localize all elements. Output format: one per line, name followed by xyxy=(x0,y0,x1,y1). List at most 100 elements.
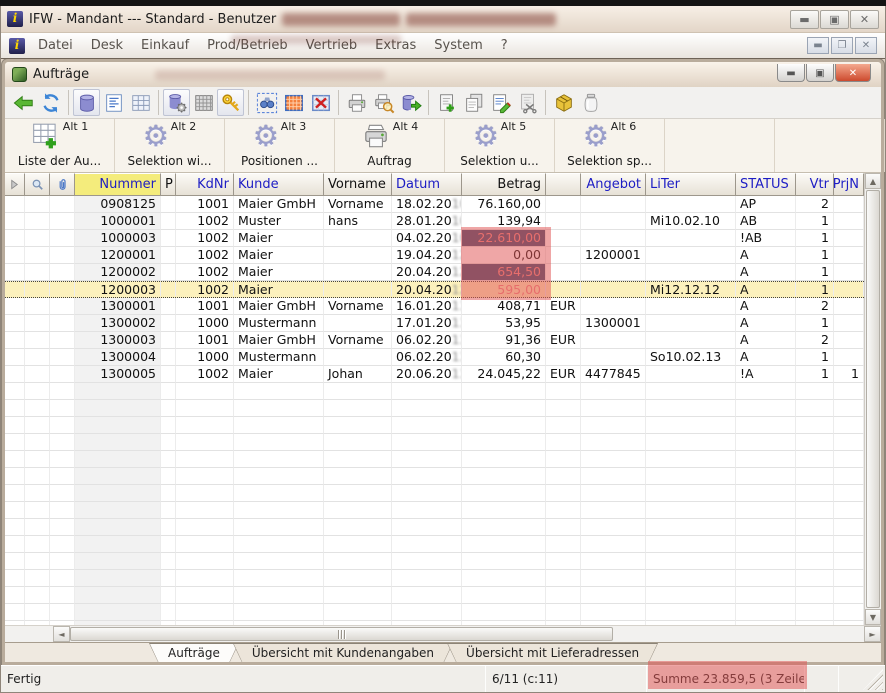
cell-clip xyxy=(50,332,75,349)
cell-kdnr xyxy=(176,502,234,519)
deselect-icon[interactable] xyxy=(307,89,334,116)
column-header-datum[interactable]: Datum xyxy=(392,173,462,196)
cell-nummer xyxy=(75,400,161,417)
scroll-down-button[interactable]: ▼ xyxy=(865,609,881,625)
toolbar-separator xyxy=(248,90,249,115)
mdi-close-button[interactable]: ✕ xyxy=(855,37,877,54)
cell-vorname xyxy=(324,247,392,264)
refresh-icon[interactable] xyxy=(37,89,64,116)
table-row-empty xyxy=(5,434,864,451)
cell-kdnr xyxy=(176,485,234,502)
column-header-status[interactable]: STATUS xyxy=(736,173,796,196)
column-header-kunde[interactable]: Kunde xyxy=(234,173,324,196)
cell-search xyxy=(25,230,50,247)
table-row-1300001[interactable]: 13000011001Maier GmbHVorname16.01.201340… xyxy=(5,298,864,315)
scrollbar-track[interactable] xyxy=(613,626,864,642)
table-row-1300004[interactable]: 13000041000Mustermann06.02.201360,30So10… xyxy=(5,349,864,366)
action-button-alt2[interactable]: ⚙Alt 2Selektion wi... xyxy=(115,119,225,172)
column-header-angebot[interactable]: Angebot xyxy=(581,173,646,196)
minimize-button[interactable]: ▬ xyxy=(790,10,819,29)
horizontal-scrollbar[interactable]: ◄ ► xyxy=(5,625,881,642)
cell-kdnr: 1002 xyxy=(176,247,234,264)
column-header-search[interactable] xyxy=(25,173,50,196)
scroll-left-button[interactable]: ◄ xyxy=(53,626,70,642)
cell-p xyxy=(161,213,176,230)
column-header-nummer[interactable]: Nummer xyxy=(75,173,161,196)
grid-view-icon[interactable] xyxy=(127,89,154,116)
doc-cut-icon[interactable] xyxy=(514,89,541,116)
scroll-up-button[interactable]: ▲ xyxy=(865,173,881,189)
cell-nummer: 0908125 xyxy=(75,196,161,213)
child-minimize-button[interactable]: ▬ xyxy=(777,64,805,82)
column-header-p[interactable]: P xyxy=(161,173,176,196)
print-icon[interactable] xyxy=(343,89,370,116)
action-button-alt6[interactable]: ⚙Alt 6Selektion sp... xyxy=(555,119,665,172)
column-header-vtr[interactable]: Vtr xyxy=(796,173,834,196)
horizontal-scroll-thumb[interactable] xyxy=(70,627,613,641)
column-header-clip[interactable] xyxy=(50,173,75,196)
column-header-kdnr[interactable]: KdNr xyxy=(176,173,234,196)
resize-grip[interactable] xyxy=(863,669,883,690)
tab-aufträge[interactable]: Aufträge xyxy=(149,643,239,662)
cell-status xyxy=(736,570,796,587)
doc-add-icon[interactable] xyxy=(433,89,460,116)
action-button-alt4[interactable]: Alt 4Auftrag xyxy=(335,119,445,172)
menu-desk[interactable]: Desk xyxy=(82,33,132,58)
tab-übersicht-mit-kundenangaben[interactable]: Übersicht mit Kundenangaben xyxy=(233,643,453,662)
select-all-icon[interactable] xyxy=(280,89,307,116)
mdi-restore-button[interactable]: ❐ xyxy=(831,37,853,54)
cell-prjn xyxy=(834,247,864,264)
menu-system[interactable]: System xyxy=(425,33,491,58)
cell-betrag: 0,00 xyxy=(462,247,546,264)
doc-copy-icon[interactable] xyxy=(460,89,487,116)
cell-vorname xyxy=(324,553,392,570)
vertical-scroll-thumb[interactable] xyxy=(866,190,880,608)
action-button-top: ⚙Alt 2 xyxy=(143,121,196,154)
column-header-marker[interactable] xyxy=(5,173,25,196)
close-button[interactable]: ✕ xyxy=(850,10,879,29)
binoculars-select-icon[interactable] xyxy=(253,89,280,116)
table-row-1000001[interactable]: 10000011002Musterhans28.01.2010139,94Mi1… xyxy=(5,213,864,230)
menu-?[interactable]: ? xyxy=(492,33,517,58)
table-row-1300005[interactable]: 13000051002MaierJohan20.06.201324.045,22… xyxy=(5,366,864,383)
menu-datei[interactable]: Datei xyxy=(29,33,82,58)
column-header-prjn[interactable]: PrjN xyxy=(834,173,864,196)
database-icon[interactable] xyxy=(73,89,100,116)
table-row-1300003[interactable]: 13000031001Maier GmbHVorname06.02.201391… xyxy=(5,332,864,349)
cell-vtr xyxy=(796,434,834,451)
action-button-alt3[interactable]: ⚙Alt 3Positionen ... xyxy=(225,119,335,172)
package-icon[interactable] xyxy=(550,89,577,116)
table-row-1200001[interactable]: 12000011002Maier19.04.20120,001200001A1 xyxy=(5,247,864,264)
tab-übersicht-mit-lieferadressen[interactable]: Übersicht mit Lieferadressen xyxy=(447,643,658,662)
jar-icon[interactable] xyxy=(577,89,604,116)
print-preview-icon[interactable] xyxy=(370,89,397,116)
cell-kunde: Mustermann xyxy=(234,315,324,332)
cell-liter xyxy=(646,400,736,417)
child-close-button[interactable]: ✕ xyxy=(835,64,871,82)
column-header-vorname[interactable]: Vorname xyxy=(324,173,392,196)
database-export-icon[interactable] xyxy=(397,89,424,116)
cell-vtr: 1 xyxy=(796,230,834,247)
child-maximize-button[interactable]: ▣ xyxy=(806,64,834,82)
scroll-right-button[interactable]: ► xyxy=(864,626,881,642)
key-icon[interactable] xyxy=(217,89,244,116)
database-settings-icon[interactable] xyxy=(163,89,190,116)
table-row-1300002[interactable]: 13000021000Mustermann17.01.201353,951300… xyxy=(5,315,864,332)
action-button-alt1[interactable]: Alt 1Liste der Au... xyxy=(5,119,115,172)
column-header-liter[interactable]: LiTer xyxy=(646,173,736,196)
table-compact-icon[interactable] xyxy=(190,89,217,116)
back-icon[interactable] xyxy=(10,89,37,116)
table-row-1000003[interactable]: 10000031002Maier04.02.201022.610,00!AB1 xyxy=(5,230,864,247)
column-header-cur[interactable] xyxy=(546,173,581,196)
action-button-alt5[interactable]: ⚙Alt 5Selektion u... xyxy=(445,119,555,172)
table-row-0908125[interactable]: 09081251001Maier GmbHVorname18.02.201076… xyxy=(5,196,864,213)
vertical-scrollbar[interactable]: ▲ ▼ xyxy=(864,173,881,625)
column-header-betrag[interactable]: Betrag xyxy=(462,173,546,196)
doc-edit-icon[interactable] xyxy=(487,89,514,116)
form-view-icon[interactable] xyxy=(100,89,127,116)
maximize-button[interactable]: ▣ xyxy=(820,10,849,29)
mdi-minimize-button[interactable]: ▬ xyxy=(807,37,829,54)
menu-einkauf[interactable]: Einkauf xyxy=(132,33,198,58)
table-row-1200003[interactable]: 12000031002Maier20.04.2012595,00Mi12.12.… xyxy=(5,281,864,298)
table-row-1200002[interactable]: 12000021002Maier20.04.2012654,50A1 xyxy=(5,264,864,281)
